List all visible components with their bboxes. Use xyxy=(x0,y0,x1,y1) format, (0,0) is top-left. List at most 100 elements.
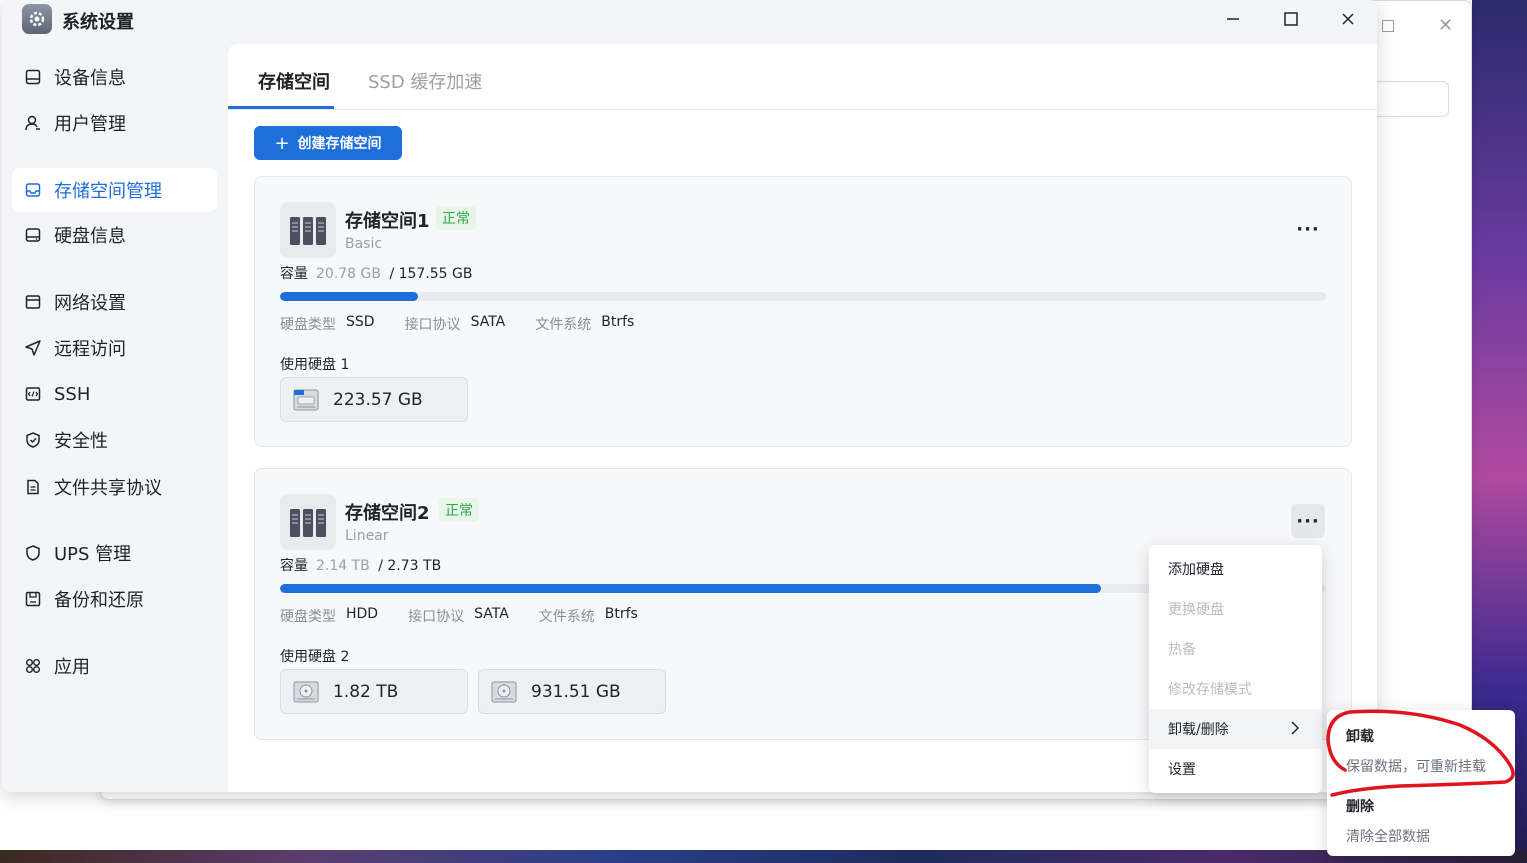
sidebar-item-security[interactable]: 安全性 xyxy=(12,418,217,462)
interface-key: 接口协议 xyxy=(404,317,461,333)
sidebar-item-backup[interactable]: 备份和还原 xyxy=(12,577,217,621)
disk-chip[interactable]: 223.57 GB xyxy=(280,377,468,422)
more-options-button[interactable]: ··· xyxy=(1291,212,1325,246)
pool-type: Basic xyxy=(345,236,383,252)
sidebar-item-label: UPS 管理 xyxy=(54,544,132,565)
sidebar-item-label: 备份和还原 xyxy=(54,590,144,611)
disk-chip[interactable]: 1.82 TB xyxy=(280,669,468,714)
sidebar-item-network[interactable]: 网络设置 xyxy=(12,280,217,324)
filesystem-key: 文件系统 xyxy=(535,317,592,333)
menu-item-hot-spare: 热备 xyxy=(1168,642,1196,658)
apps-icon xyxy=(24,657,42,675)
filesystem-key: 文件系统 xyxy=(538,609,595,625)
chevron-right-icon xyxy=(1290,720,1300,740)
sidebar: 设备信息 用户管理 存储空间管理 硬盘信息 网络设置 远程访问 SSH 安全性 xyxy=(2,44,228,792)
ups-shield-icon xyxy=(24,544,42,562)
menu-item-label: 卸载/删除 xyxy=(1168,722,1229,738)
hdd-icon xyxy=(491,681,517,702)
disk-type-value: HDD xyxy=(346,606,379,622)
maximize-button[interactable] xyxy=(1276,6,1306,32)
sidebar-item-storage[interactable]: 存储空间管理 xyxy=(12,168,217,212)
network-icon xyxy=(24,293,42,311)
sidebar-item-label: 安全性 xyxy=(54,431,108,452)
disks-used-label: 使用硬盘 2 xyxy=(280,649,350,665)
sidebar-item-file-sharing[interactable]: 文件共享协议 xyxy=(12,465,217,509)
settings-gear-icon xyxy=(22,4,52,34)
filesystem-value: Btrfs xyxy=(601,314,635,330)
sidebar-item-users[interactable]: 用户管理 xyxy=(12,101,217,145)
tab-storage[interactable]: 存储空间 xyxy=(258,68,330,94)
capacity-total: / 2.73 TB xyxy=(378,558,442,574)
capacity-used: 2.14 TB xyxy=(316,558,370,574)
storage-icon xyxy=(24,181,42,199)
menu-item-replace-disk: 更换硬盘 xyxy=(1168,602,1224,618)
menu-item-add-disk[interactable]: 添加硬盘 xyxy=(1149,549,1322,589)
tab-ssd-cache[interactable]: SSD 缓存加速 xyxy=(368,68,482,94)
pool-meta-row: 硬盘类型 SSD 接口协议 SATA 文件系统 Btrfs xyxy=(280,314,664,334)
submenu-unmount-desc[interactable]: 保留数据，可重新挂载 xyxy=(1346,756,1486,776)
background-close-icon[interactable]: ✕ xyxy=(1438,15,1453,36)
interface-value: SATA xyxy=(470,314,506,330)
create-storage-button[interactable]: + 创建存储空间 xyxy=(254,126,402,160)
capacity-label: 容量 xyxy=(280,266,308,282)
interface-key: 接口协议 xyxy=(408,609,465,625)
terminal-icon xyxy=(24,385,42,403)
hdd-icon xyxy=(293,681,319,702)
disk-icon xyxy=(24,226,42,244)
menu-item-unmount-delete[interactable]: 卸载/删除 xyxy=(1149,709,1322,749)
server-rack-icon xyxy=(280,202,336,258)
submenu-delete-title[interactable]: 删除 xyxy=(1346,796,1374,816)
sidebar-item-device-info[interactable]: 设备信息 xyxy=(12,55,217,99)
disk-size: 1.82 TB xyxy=(333,681,399,702)
desktop-taskbar-strip xyxy=(0,850,1527,863)
sidebar-item-label: 网络设置 xyxy=(54,293,126,314)
interface-value: SATA xyxy=(474,606,509,622)
sidebar-item-ssh[interactable]: SSH xyxy=(12,372,217,416)
sidebar-item-label: 用户管理 xyxy=(54,114,126,135)
submenu-delete-desc[interactable]: 清除全部数据 xyxy=(1346,826,1430,846)
plus-icon: + xyxy=(274,132,290,154)
capacity-bar-fill xyxy=(280,292,419,301)
disk-type-key: 硬盘类型 xyxy=(280,609,336,625)
title-bar: 系统设置 xyxy=(2,0,1377,44)
disks-used-label: 使用硬盘 1 xyxy=(280,357,350,373)
tab-bar: 存储空间 SSD 缓存加速 xyxy=(228,44,1377,110)
send-icon xyxy=(24,339,42,357)
pool-context-menu: 添加硬盘 更换硬盘 热备 修改存储模式 卸载/删除 设置 xyxy=(1149,545,1322,793)
sidebar-item-label: 硬盘信息 xyxy=(54,226,126,247)
server-rack-icon xyxy=(280,494,336,550)
disk-size: 223.57 GB xyxy=(333,389,423,410)
capacity-total: / 157.55 GB xyxy=(389,266,473,282)
capacity-line: 容量 2.14 TB / 2.73 TB xyxy=(280,555,441,575)
status-badge: 正常 xyxy=(439,498,479,522)
capacity-label: 容量 xyxy=(280,558,308,574)
menu-item-change-mode: 修改存储模式 xyxy=(1168,682,1252,698)
pool-type: Linear xyxy=(345,528,389,544)
close-button[interactable] xyxy=(1333,6,1363,32)
menu-item-settings[interactable]: 设置 xyxy=(1149,749,1322,789)
capacity-bar xyxy=(280,292,1326,301)
sidebar-item-ups[interactable]: UPS 管理 xyxy=(12,531,217,575)
pool-name: 存储空间1 xyxy=(345,211,430,232)
document-icon xyxy=(24,478,42,496)
pool-name: 存储空间2 xyxy=(345,503,430,524)
sidebar-item-remote-access[interactable]: 远程访问 xyxy=(12,326,217,370)
capacity-bar-fill xyxy=(280,584,1102,593)
disk-chip[interactable]: 931.51 GB xyxy=(478,669,666,714)
sidebar-item-label: 设备信息 xyxy=(54,68,126,89)
background-input xyxy=(1371,81,1449,117)
disk-type-value: SSD xyxy=(346,314,375,330)
background-maximize-icon[interactable] xyxy=(1382,20,1394,32)
status-badge: 正常 xyxy=(436,206,476,230)
submenu-unmount-title[interactable]: 卸载 xyxy=(1346,726,1374,746)
window-title: 系统设置 xyxy=(62,12,134,33)
disk-size: 931.51 GB xyxy=(531,681,621,702)
create-storage-label: 创建存储空间 xyxy=(297,136,382,152)
filesystem-value: Btrfs xyxy=(604,606,638,622)
unmount-delete-submenu: 卸载 保留数据，可重新挂载 删除 清除全部数据 xyxy=(1327,710,1515,856)
sidebar-item-disk-info[interactable]: 硬盘信息 xyxy=(12,213,217,257)
more-options-button[interactable]: ··· xyxy=(1291,504,1325,538)
minimize-button[interactable] xyxy=(1218,6,1248,32)
sidebar-item-apps[interactable]: 应用 xyxy=(12,644,217,688)
pool-meta-row: 硬盘类型 HDD 接口协议 SATA 文件系统 Btrfs xyxy=(280,606,668,626)
